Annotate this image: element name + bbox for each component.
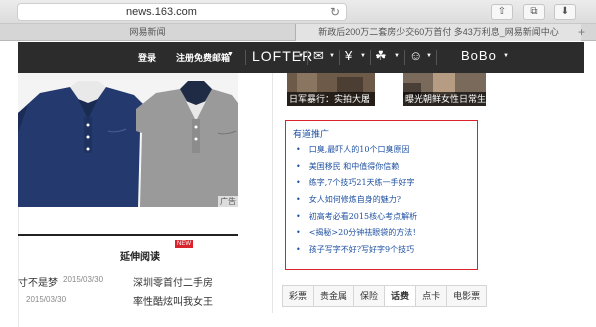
youdao-promo-box: 有道推广 口臭,最吓人的10个口臭原因 美国移民 和中值得你信赖 练字,7个技巧… <box>285 120 478 270</box>
tab-game-cards[interactable]: 点卡 <box>416 286 448 306</box>
polo-shirt-ad-image[interactable]: 广告 <box>18 73 238 207</box>
chevron-down-icon[interactable]: ▼ <box>227 51 234 58</box>
promo-list: 口臭,最吓人的10个口臭原因 美国移民 和中值得你信赖 练字,7个技巧21天练一… <box>296 142 421 259</box>
news-date: 2015/03/30 <box>26 295 67 304</box>
news-date: 2015/03/30 <box>63 275 104 284</box>
register-mail-link[interactable]: 注册免费邮箱 <box>176 51 230 64</box>
nav-divider <box>339 50 340 65</box>
section-rule <box>18 234 238 236</box>
new-badge: NEW <box>175 240 193 248</box>
login-link[interactable]: 登录 <box>138 51 156 64</box>
promo-title[interactable]: 有道推广 <box>293 127 329 140</box>
tab-article[interactable]: 新政后200万二套房少交60万首付 多43万利息_网易新闻中心 <box>296 24 581 41</box>
promo-link[interactable]: 练字,7个技巧21天练一手好字 <box>296 175 420 192</box>
service-tabs: 彩票 贵金属 保险 话费 点卡 电影票 <box>282 285 488 307</box>
tab-phone-credit[interactable]: 话费 <box>385 286 417 306</box>
photo-caption[interactable]: 曝光朝鲜女性日常生活 <box>403 92 486 118</box>
address-bar: news.163.com ↻ ⇧ ⧉ ⬇ <box>0 0 596 24</box>
promo-link[interactable]: 女人如何修炼自身的魅力? <box>296 192 420 209</box>
reload-icon[interactable]: ↻ <box>330 5 340 19</box>
bobo-link[interactable]: BoBo <box>461 48 497 63</box>
mail-icon[interactable]: ✉ <box>313 48 324 64</box>
emoji-icon[interactable]: ☺ <box>409 48 422 63</box>
tab-bar: 网易新闻 新政后200万二套房少交60万首付 多43万利息_网易新闻中心 + <box>0 24 596 41</box>
photo-caption[interactable]: 日军暴行：实拍大屠杀 <box>287 92 375 118</box>
column-divider <box>272 73 273 313</box>
promo-link[interactable]: <揭秘>20分钟祛眼袋的方法！ <box>296 225 421 242</box>
download-icon[interactable]: ⬇ <box>554 4 576 20</box>
promo-link[interactable]: 初高考必看2015核心考点解析 <box>296 209 420 226</box>
extended-reading-title: 延伸阅读 <box>120 252 160 263</box>
share-icon[interactable]: ⇧ <box>491 4 513 20</box>
new-tab-icon[interactable]: + <box>578 25 585 39</box>
tabs-overview-icon[interactable]: ⧉ <box>523 4 545 20</box>
site-nav-bar: 登录 注册免费邮箱 ▼ LOFTER ▼ ✉ ▼ ¥ ▼ ☘ ▼ ☺ ▼ BoB… <box>18 42 584 73</box>
tab-news[interactable]: 网易新闻 <box>0 24 296 41</box>
lofter-link[interactable]: LOFTER <box>252 48 313 64</box>
tab-lottery[interactable]: 彩票 <box>283 286 315 306</box>
tab-insurance[interactable]: 保险 <box>354 286 386 306</box>
nav-divider <box>245 50 246 65</box>
news-link[interactable]: 率性酷炫叫我女王 <box>133 293 213 308</box>
nav-divider <box>370 50 371 65</box>
chevron-down-icon[interactable]: ▼ <box>426 53 432 59</box>
game-icon[interactable]: ☘ <box>375 48 387 64</box>
chevron-down-icon[interactable]: ▼ <box>503 53 509 59</box>
polo-shirts-illustration <box>18 73 238 207</box>
news-link[interactable]: 深圳零首付二手房 <box>133 274 213 289</box>
promo-link[interactable]: 口臭,最吓人的10个口臭原因 <box>296 142 420 159</box>
ad-tag: 广告 <box>218 196 238 207</box>
nav-divider <box>404 50 405 65</box>
promo-link[interactable]: 孩子写字不好?写好字9个技巧 <box>296 242 420 259</box>
nav-divider <box>436 50 437 65</box>
news-link[interactable]: 寸不是梦 <box>18 274 58 289</box>
chevron-down-icon[interactable]: ▼ <box>329 53 335 59</box>
tab-precious-metals[interactable]: 贵金属 <box>314 286 355 306</box>
url-text: news.163.com <box>126 6 197 18</box>
chevron-down-icon[interactable]: ▼ <box>298 53 304 59</box>
url-field[interactable]: news.163.com ↻ <box>17 3 347 21</box>
chevron-down-icon[interactable]: ▼ <box>394 53 400 59</box>
chevron-down-icon[interactable]: ▼ <box>360 53 366 59</box>
tab-movie-tickets[interactable]: 电影票 <box>447 286 486 306</box>
promo-link[interactable]: 美国移民 和中值得你信赖 <box>296 159 420 176</box>
nav-divider <box>307 50 308 65</box>
yen-icon[interactable]: ¥ <box>345 48 352 63</box>
